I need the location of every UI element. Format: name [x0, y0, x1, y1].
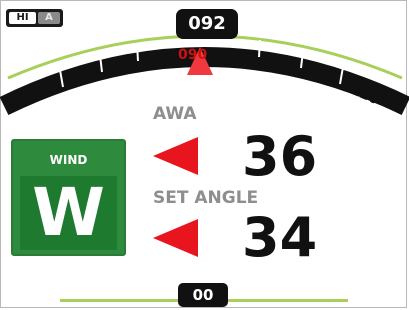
rudder-bar-left [60, 299, 178, 302]
wind-mode-letter-box: W [20, 176, 117, 250]
mode-hi-label[interactable]: HI [9, 12, 36, 24]
wind-mode-tile[interactable]: WIND W [11, 139, 126, 256]
set-angle-value: 34 [242, 206, 318, 269]
set-angle-port-arrow-icon [153, 219, 198, 257]
set-angle-label: SET ANGLE [153, 188, 259, 208]
rudder-angle: 00 [178, 283, 228, 307]
wind-mode-letter: W [32, 174, 105, 251]
wind-mode-title: WIND [49, 153, 88, 167]
awa-label: AWA [153, 104, 197, 124]
set-course-label: 090 [178, 47, 208, 63]
rudder-bar-right [228, 299, 348, 302]
awa-value: 36 [242, 125, 318, 188]
awa-port-arrow-icon [153, 137, 198, 175]
mode-a-label[interactable]: A [38, 12, 60, 24]
current-heading: 092 [176, 9, 238, 39]
mode-indicator[interactable]: HI A [6, 9, 63, 27]
